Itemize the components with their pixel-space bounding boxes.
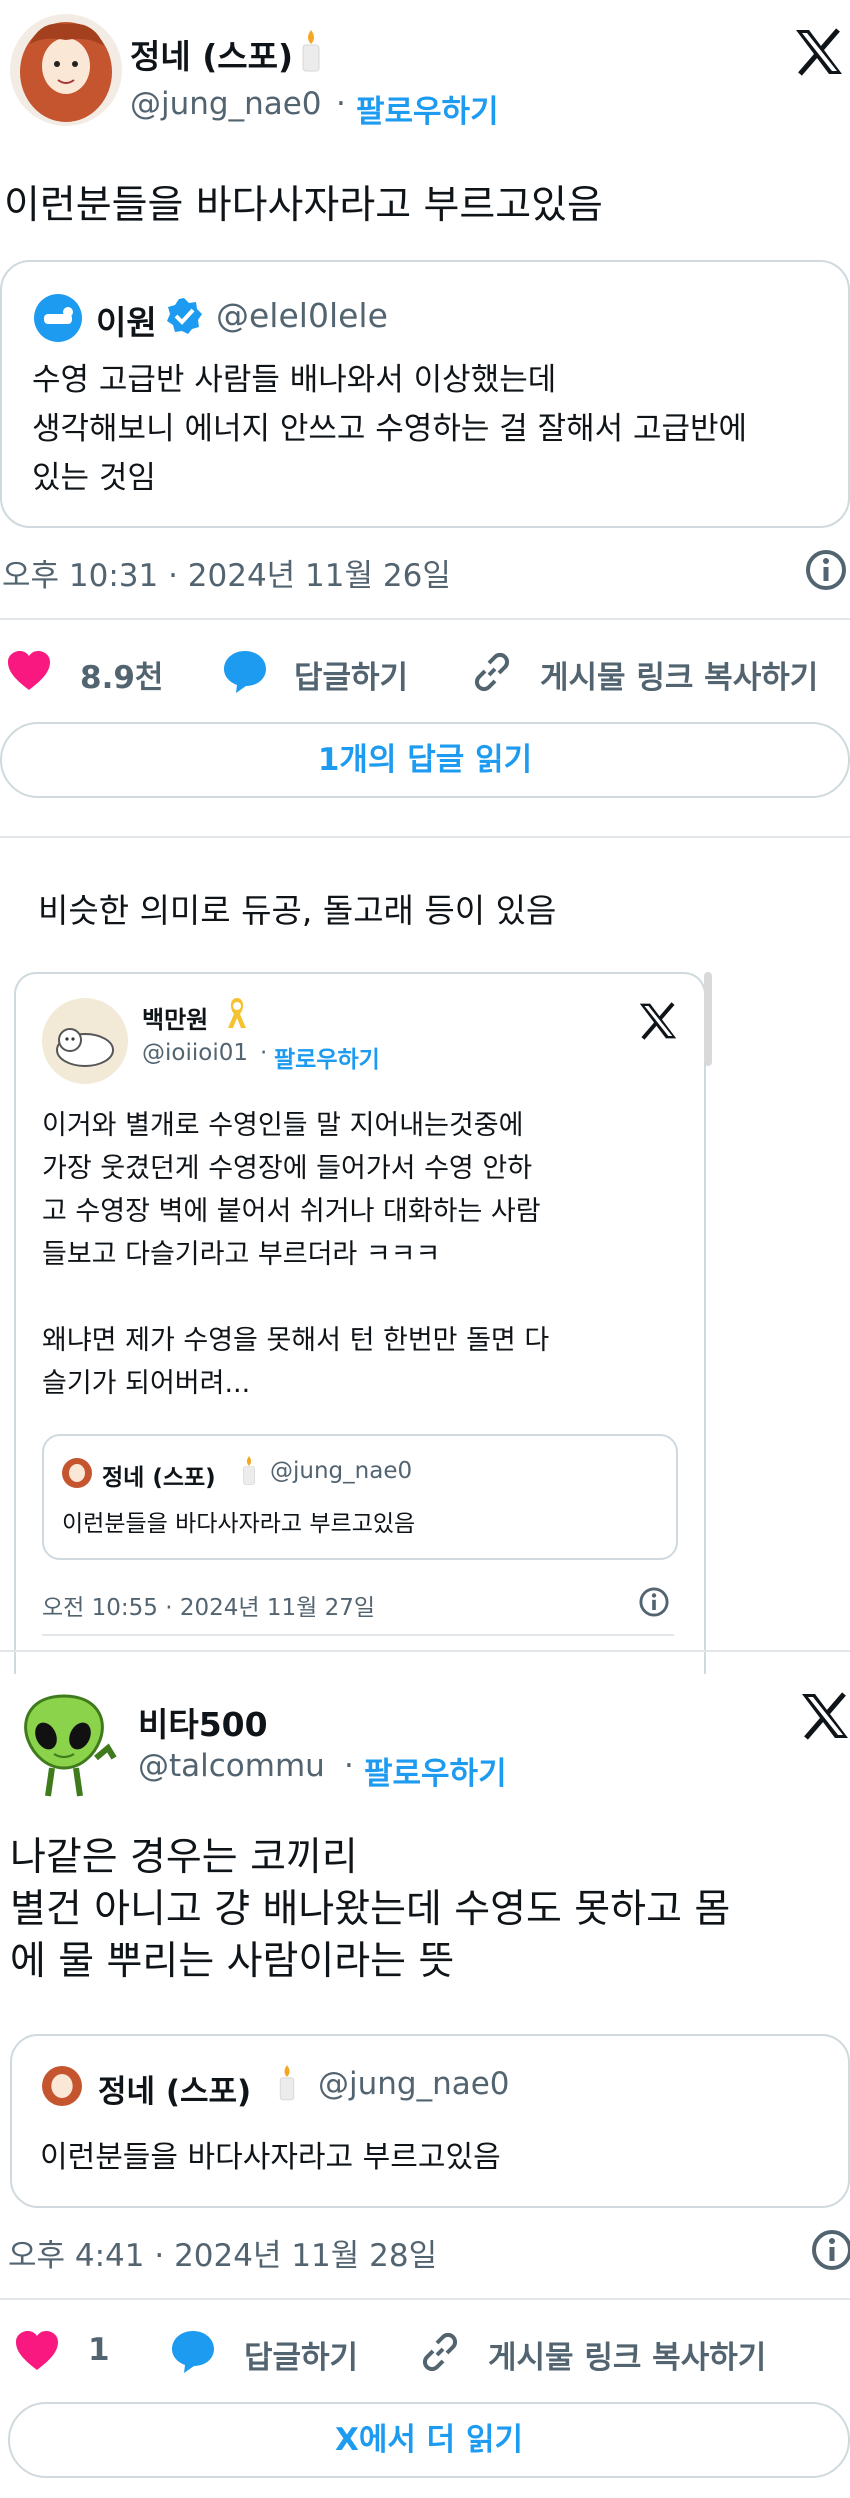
quoted-author-handle: @jung_nae0: [270, 1458, 413, 1484]
comment-text: 비슷한 의미로 듀공, 돌고래 등이 있음: [38, 891, 557, 930]
author-name[interactable]: 백만원: [142, 1000, 208, 1035]
quoted-tweet-text: 이런분들을 바다사자라고 부르고있음: [40, 2140, 501, 2175]
quoted-tweet-text: 수영 고급반 사람들 배나와서 이상했는데 생각해보니 에너지 안쓰고 수영하는…: [32, 362, 748, 496]
reply-button[interactable]: 답글하기: [244, 2332, 358, 2377]
follow-button[interactable]: 팔로우하기: [364, 1748, 507, 1793]
quoted-author-name: 정네 (스포): [98, 2074, 252, 2110]
reply-button[interactable]: 답글하기: [294, 652, 408, 697]
quoted-author-name: 정네 (스포): [102, 1465, 216, 1491]
separator: ·: [260, 1040, 268, 1066]
divider: [0, 618, 850, 620]
avatar: [62, 1458, 92, 1488]
divider: [42, 1634, 674, 1636]
heart-icon[interactable]: [14, 2330, 60, 2372]
like-count[interactable]: 8.9천: [80, 652, 163, 697]
timestamp[interactable]: 오후 10:31 · 2024년 11월 26일: [2, 550, 451, 595]
ribbon-icon: [226, 996, 248, 1030]
timestamp[interactable]: 오전 10:55 · 2024년 11월 27일: [42, 1588, 375, 1622]
heart-icon[interactable]: [6, 650, 52, 692]
link-icon[interactable]: [470, 650, 514, 694]
avatar: [34, 294, 82, 342]
author-name[interactable]: 비타500: [138, 1698, 268, 1746]
timestamp[interactable]: 오후 4:41 · 2024년 11월 28일: [8, 2230, 437, 2275]
separator: ·: [336, 86, 346, 122]
quoted-tweet-text: 이런분들을 바다사자라고 부르고있음: [62, 1511, 416, 1537]
copy-link-button[interactable]: 게시물 링크 복사하기: [540, 652, 818, 697]
info-icon[interactable]: [804, 548, 848, 592]
divider: [0, 2298, 850, 2300]
candle-icon: [276, 2062, 298, 2102]
scrollbar[interactable]: [704, 972, 712, 1066]
author-handle[interactable]: @jung_nae0: [130, 86, 322, 122]
author-name[interactable]: 정네 (스포): [130, 30, 293, 78]
avatar[interactable]: [8, 1688, 120, 1800]
info-icon[interactable]: [638, 1586, 670, 1618]
candle-icon: [298, 28, 324, 72]
x-logo-icon[interactable]: [638, 1002, 678, 1040]
quoted-tweet[interactable]: 정네 (스포) @jung_nae0 이런분들을 바다사자라고 부르고있음: [42, 1434, 678, 1560]
candle-icon: [240, 1454, 258, 1486]
avatar[interactable]: [10, 14, 122, 126]
author-handle[interactable]: @talcommu: [138, 1748, 325, 1784]
reply-bubble-icon[interactable]: [170, 2328, 216, 2374]
like-count[interactable]: 1: [88, 2332, 110, 2368]
info-icon[interactable]: [810, 2228, 850, 2272]
x-logo-icon[interactable]: [794, 28, 844, 76]
separator: ·: [344, 1748, 354, 1784]
tweet-text: 이거와 별개로 수영인들 말 지어내는것중에 가장 웃겼던게 수영장에 들어가서…: [42, 1110, 550, 1399]
tweet-text: 나같은 경우는 코끼리 별건 아니고 걍 배나왔는데 수영도 못하고 몸 에 물…: [10, 1835, 731, 1984]
x-logo-icon[interactable]: [800, 1692, 850, 1740]
section-divider: [0, 1650, 850, 1652]
reply-bubble-icon[interactable]: [222, 648, 268, 694]
section-divider: [0, 836, 850, 838]
read-more-button[interactable]: X에서 더 읽기: [8, 2402, 850, 2478]
avatar: [42, 2066, 82, 2106]
tweet-text: 이런분들을 바다사자라고 부르고있음: [4, 183, 603, 228]
quoted-author-handle: @elel0lele: [216, 296, 388, 335]
quoted-author-handle: @jung_nae0: [318, 2066, 510, 2102]
read-replies-button[interactable]: 1개의 답글 읽기: [0, 722, 850, 798]
verified-badge-icon: [164, 296, 204, 336]
quoted-author-name: 이원: [96, 303, 157, 342]
avatar[interactable]: [42, 998, 128, 1084]
author-handle[interactable]: @ioiioi01: [142, 1040, 248, 1066]
follow-button[interactable]: 팔로우하기: [356, 86, 499, 131]
quoted-tweet[interactable]: 이원 @elel0lele 수영 고급반 사람들 배나와서 이상했는데 생각해보…: [0, 260, 850, 528]
quoted-tweet[interactable]: 정네 (스포) @jung_nae0 이런분들을 바다사자라고 부르고있음: [10, 2034, 850, 2208]
link-icon[interactable]: [418, 2330, 462, 2374]
copy-link-button[interactable]: 게시물 링크 복사하기: [488, 2332, 766, 2377]
follow-button[interactable]: 팔로우하기: [274, 1040, 380, 1074]
embedded-tweet-2[interactable]: 백만원 @ioiioi01 · 팔로우하기 이거와 별개로 수영인들 말 지어내…: [14, 972, 706, 1674]
